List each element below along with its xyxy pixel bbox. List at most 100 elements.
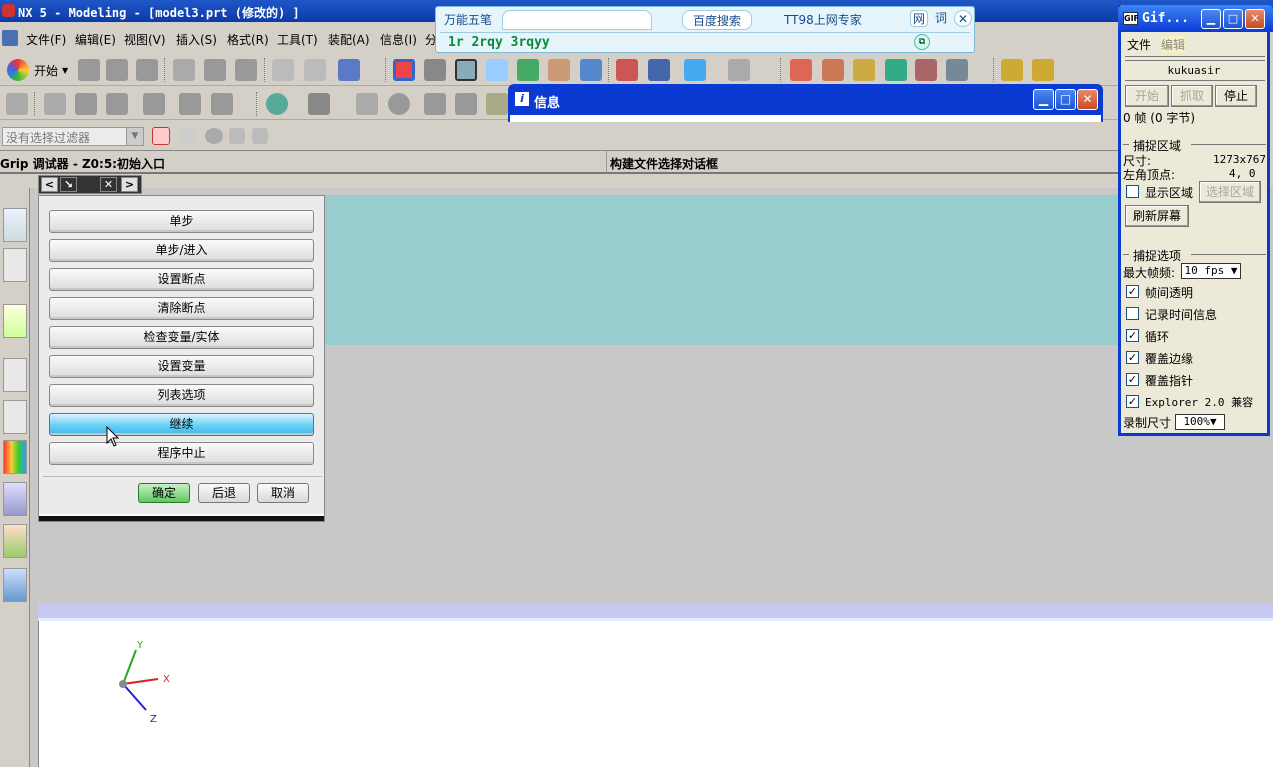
loop-checkbox[interactable]: ✓: [1126, 329, 1139, 342]
select-edge-icon[interactable]: [252, 128, 268, 144]
paste-icon[interactable]: [235, 59, 257, 81]
zoom-in-out-icon[interactable]: [486, 59, 508, 81]
menu-tools[interactable]: 工具(T): [277, 31, 318, 48]
list-options-button[interactable]: 列表选项: [49, 384, 314, 407]
ime-close-icon[interactable]: ✕: [954, 10, 972, 27]
record-time-info-checkbox[interactable]: [1126, 307, 1139, 320]
abort-program-button[interactable]: 程序中止: [49, 442, 314, 465]
ime-word-button[interactable]: 词: [932, 10, 950, 27]
feature-icon[interactable]: [885, 59, 907, 81]
render-icon[interactable]: [580, 59, 602, 81]
record-size-select[interactable]: 100%▼: [1175, 414, 1225, 430]
start-button[interactable]: 开始: [34, 62, 58, 79]
layer-settings-icon[interactable]: [648, 59, 670, 81]
select-feature-icon[interactable]: [205, 128, 223, 144]
set-breakpoint-button[interactable]: 设置断点: [49, 268, 314, 291]
explorer-compat-checkbox[interactable]: ✓: [1126, 395, 1139, 408]
web-browser-icon[interactable]: [3, 304, 27, 338]
cover-edges-checkbox[interactable]: ✓: [1126, 351, 1139, 364]
menu-insert[interactable]: 插入(S): [176, 31, 217, 48]
hole-icon[interactable]: [356, 93, 378, 115]
ime-web-button[interactable]: 网: [910, 10, 928, 27]
previous-icon[interactable]: <: [41, 177, 58, 192]
analysis-icon[interactable]: [853, 59, 875, 81]
app-menu-icon[interactable]: [2, 30, 18, 46]
system-scenes-icon[interactable]: [3, 568, 27, 602]
menu-info[interactable]: 信息(I): [380, 31, 417, 48]
cover-pointer-checkbox[interactable]: ✓: [1126, 373, 1139, 386]
select-area-button[interactable]: 选择区域: [1199, 181, 1261, 203]
save-icon[interactable]: [136, 59, 158, 81]
pocket-icon[interactable]: [424, 93, 446, 115]
gif-menu-edit[interactable]: 编辑: [1161, 36, 1186, 53]
menu-file[interactable]: 文件(F): [26, 31, 66, 48]
selection-filter[interactable]: 没有选择过滤器 ▼: [2, 127, 144, 146]
slot-icon[interactable]: [486, 93, 508, 115]
close-icon[interactable]: ✕: [1245, 9, 1265, 29]
block-icon[interactable]: [308, 93, 330, 115]
undo-icon[interactable]: [272, 59, 294, 81]
capture-button[interactable]: 抓取: [1171, 85, 1213, 107]
menu-edit[interactable]: 编辑(E): [75, 31, 116, 48]
step-into-button[interactable]: 单步/进入: [49, 239, 314, 262]
ok-button[interactable]: 确定: [138, 483, 190, 503]
blend-icon[interactable]: [143, 93, 165, 115]
max-fps-select[interactable]: 10 fps ▼: [1181, 263, 1241, 279]
rotate-icon[interactable]: [517, 59, 539, 81]
cut-icon[interactable]: [173, 59, 195, 81]
cancel-button[interactable]: 取消: [257, 483, 309, 503]
open-file-icon[interactable]: [106, 59, 128, 81]
start-button[interactable]: 开始: [1125, 85, 1169, 107]
menu-view[interactable]: 视图(V): [124, 31, 166, 48]
close-icon[interactable]: ✕: [100, 177, 117, 192]
datum-axis-icon[interactable]: [211, 93, 233, 115]
filter-options-icon[interactable]: [152, 127, 170, 145]
tt98-button[interactable]: TT98上网专家: [784, 10, 862, 30]
snap-point-icon[interactable]: [790, 59, 812, 81]
start-icon[interactable]: [7, 59, 29, 81]
revolve-icon[interactable]: [75, 93, 97, 115]
copy-icon[interactable]: [204, 59, 226, 81]
ime-name[interactable]: 万能五笔: [444, 10, 492, 30]
baidu-search-button[interactable]: 百度搜索: [682, 10, 752, 30]
measure-distance-icon[interactable]: [1001, 59, 1023, 81]
new-file-icon[interactable]: [78, 59, 100, 81]
datum-plane-icon[interactable]: [179, 93, 201, 115]
selection-icon[interactable]: [338, 59, 360, 81]
sweep-icon[interactable]: [106, 93, 128, 115]
roles-icon[interactable]: [3, 524, 27, 558]
display-mode-icon[interactable]: [728, 59, 750, 81]
sketch-icon[interactable]: [6, 93, 28, 115]
chevron-down-icon[interactable]: ▼: [126, 128, 143, 145]
view-cube-icon[interactable]: [684, 59, 706, 81]
refresh-screen-button[interactable]: 刷新屏幕: [1125, 205, 1189, 227]
menu-format[interactable]: 格式(R): [227, 31, 269, 48]
inspect-variable-button[interactable]: 检查变量/实体: [49, 326, 314, 349]
stop-button[interactable]: 停止: [1215, 85, 1257, 107]
zoom-window-icon[interactable]: [424, 59, 446, 81]
menu-assembly[interactable]: 装配(A): [328, 31, 370, 48]
step-button[interactable]: 单步: [49, 210, 314, 233]
arrow-icon[interactable]: ↘: [60, 177, 77, 192]
part-navigator-icon[interactable]: [3, 248, 27, 282]
wcs-icon[interactable]: [822, 59, 844, 81]
edit-object-icon[interactable]: [946, 59, 968, 81]
maximize-icon[interactable]: □: [1223, 9, 1243, 29]
redo-icon[interactable]: [304, 59, 326, 81]
gif-menu-file[interactable]: 文件: [1127, 36, 1151, 53]
history-icon[interactable]: [3, 358, 27, 392]
close-icon[interactable]: ✕: [1077, 89, 1098, 110]
process-studio-icon[interactable]: [3, 482, 27, 516]
layer-icon[interactable]: [616, 59, 638, 81]
clear-breakpoint-button[interactable]: 清除断点: [49, 297, 314, 320]
continue-button[interactable]: 继续: [49, 413, 314, 436]
palette-icon[interactable]: [3, 440, 27, 474]
show-area-checkbox[interactable]: [1126, 185, 1139, 198]
set-variable-button[interactable]: 设置变量: [49, 355, 314, 378]
minimize-icon[interactable]: ▁: [1201, 9, 1221, 29]
maximize-icon[interactable]: □: [1055, 89, 1076, 110]
point-icon[interactable]: [266, 93, 288, 115]
assembly-navigator-icon[interactable]: [3, 208, 27, 242]
minimize-icon[interactable]: ▁: [1033, 89, 1054, 110]
boss-icon[interactable]: [388, 93, 410, 115]
